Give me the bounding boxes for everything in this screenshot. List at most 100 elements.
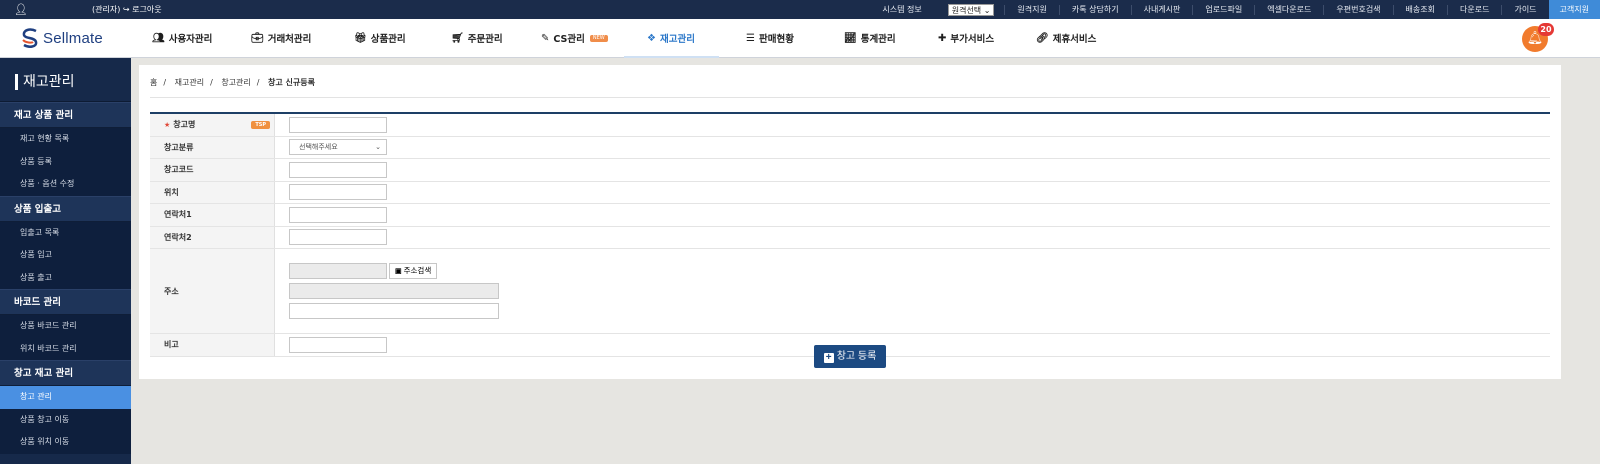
form-row: 연락처2	[150, 226, 1550, 249]
edit-icon: ✎	[541, 32, 550, 44]
download-link[interactable]: 다운로드	[1447, 4, 1501, 15]
menu-partnership[interactable]: 🔗︎ 제휴서비스	[1036, 31, 1096, 46]
address1-input[interactable]	[289, 283, 499, 299]
main-content: 홈 / 재고관리 / 창고관리 / 창고 신규등록 ★ 창고명 TSP 창고분류 선택해주…	[139, 65, 1561, 379]
remote-support-link[interactable]: 원격지원	[1004, 4, 1058, 15]
address-search-button[interactable]: ▣ 주소검색	[389, 263, 438, 279]
menu-partners[interactable]: 💼︎ 거래처관리	[251, 31, 311, 46]
form-row: 위치	[150, 181, 1550, 204]
menu-users[interactable]: 👥︎ 사용자관리	[152, 31, 212, 46]
briefcase-icon: 💼︎	[251, 32, 264, 44]
delivery-track-link[interactable]: 배송조회	[1392, 4, 1447, 15]
users-icon: 👥︎	[152, 32, 165, 44]
location-input[interactable]	[289, 184, 387, 201]
sidebar-item-product-barcode[interactable]: 상품 바코드 관리	[0, 315, 131, 338]
divider	[150, 97, 1550, 98]
sidebar-item-stock-out[interactable]: 상품 출고	[0, 266, 131, 289]
cart-icon: 🛒︎	[451, 32, 464, 44]
contact2-label: 연락처2	[150, 226, 275, 248]
main-nav: Sellmate 👥︎ 사용자관리 💼︎ 거래처관리 🎁︎ 상품관리 🛒︎ 주문관리 ✎…	[0, 19, 1600, 58]
memo-input[interactable]	[289, 336, 387, 353]
chart-icon: 📈︎	[844, 32, 857, 44]
contact1-label: 연락처1	[150, 204, 275, 226]
board-link[interactable]: 사내게시판	[1130, 4, 1193, 15]
kakao-chat-link[interactable]: 카톡 상담하기	[1058, 4, 1131, 15]
sidebar-item-product-edit[interactable]: 상품 · 옵션 수정	[0, 173, 131, 196]
form-row: 창고코드	[150, 159, 1550, 182]
upload-file-link[interactable]: 업로드파일	[1192, 4, 1254, 15]
customer-support-link[interactable]: 고객지원	[1548, 0, 1600, 19]
sidebar-item-stock-in[interactable]: 상품 입고	[0, 244, 131, 267]
admin-logout[interactable]: (관리자) ↪ 로그아웃	[92, 4, 162, 15]
sidebar-title: 재고관리	[0, 58, 131, 102]
sidebar-item-stock-list[interactable]: 재고 현황 목록	[0, 128, 131, 151]
form-row: ★ 창고명 TSP	[150, 114, 1550, 137]
contact1-input[interactable]	[289, 206, 387, 223]
zipcode-search-link[interactable]: 우편번호검색	[1323, 4, 1392, 15]
notification-count: 20	[1538, 23, 1554, 36]
menu-cs[interactable]: ✎ CS관리 NEW	[541, 31, 608, 45]
warehouse-code-input[interactable]	[289, 161, 387, 178]
logo[interactable]: Sellmate	[20, 27, 103, 49]
address2-input[interactable]	[289, 303, 499, 319]
sidebar-group-barcode[interactable]: 바코드 관리	[0, 289, 131, 315]
zipcode-input[interactable]	[289, 263, 387, 279]
category-label: 창고분류	[150, 136, 275, 158]
location-label: 위치	[150, 181, 275, 203]
sidebar-item-product-register[interactable]: 상품 등록	[0, 150, 131, 173]
name-label: 창고명	[173, 120, 196, 130]
top-links: 시스템 정보 원격선택 ⌄ 원격지원 카톡 상담하기 사내게시판 업로드파일 엑…	[870, 0, 1600, 19]
gift-icon: 🎁︎	[354, 32, 367, 44]
active-tab-indicator	[624, 56, 719, 58]
new-badge: NEW	[589, 34, 608, 42]
sellmate-logo-icon	[22, 28, 38, 48]
memo-label: 비고	[150, 334, 275, 356]
menu-addons[interactable]: ✚ 부가서비스	[938, 31, 994, 46]
sidebar-item-location-move[interactable]: 상품 위치 이동	[0, 431, 131, 454]
form-row: 연락처1	[150, 204, 1550, 227]
guide-link[interactable]: 가이드	[1501, 4, 1548, 15]
plus-icon: ✚	[938, 32, 947, 44]
logo-text: Sellmate	[43, 29, 103, 47]
warehouse-form: ★ 창고명 TSP 창고분류 선택해주세요 ⌄ 창고코드 위치 연락처1 연락처2 주…	[150, 112, 1550, 357]
address-label: 주소	[150, 249, 275, 333]
sidebar-item-warehouse-manage[interactable]: 창고 관리	[0, 386, 131, 409]
list-icon: ☰	[746, 32, 755, 44]
breadcrumb-warehouse[interactable]: 창고관리	[221, 78, 250, 87]
menu-inventory[interactable]: ❖ 재고관리	[647, 31, 695, 46]
sidebar-group-stock-products[interactable]: 재고 상품 관리	[0, 102, 131, 128]
breadcrumb-current: 창고 신규등록	[268, 78, 315, 87]
link-icon: 🔗︎	[1036, 32, 1049, 44]
register-warehouse-button[interactable]: + 창고 등록	[814, 345, 886, 368]
menu-sales[interactable]: ☰ 판매현황	[746, 31, 794, 46]
user-icon[interactable]: 👤︎	[14, 3, 28, 16]
breadcrumb-inventory[interactable]: 재고관리	[175, 78, 204, 87]
breadcrumb-home[interactable]: 홈	[150, 78, 157, 87]
sidebar-group-inout[interactable]: 상품 입출고	[0, 195, 131, 222]
map-icon: ▣	[395, 268, 402, 275]
sidebar-group-warehouse[interactable]: 창고 재고 관리	[0, 360, 131, 386]
form-row: 주소 ▣ 주소검색	[150, 249, 1550, 334]
required-icon: ★	[164, 120, 171, 129]
menu-orders[interactable]: 🛒︎ 주문관리	[451, 31, 503, 46]
excel-download-link[interactable]: 엑셀다운로드	[1254, 4, 1323, 15]
chevron-down-icon: ⌄	[375, 143, 381, 152]
sidebar: 재고관리 재고 상품 관리 재고 현황 목록 상품 등록 상품 · 옵션 수정 …	[0, 58, 131, 464]
plus-square-icon: +	[823, 353, 834, 363]
sidebar-item-inout-list[interactable]: 입출고 목록	[0, 221, 131, 244]
form-row: 창고분류 선택해주세요 ⌄	[150, 136, 1550, 159]
tsp-badge: TSP	[251, 121, 270, 129]
breadcrumb: 홈 / 재고관리 / 창고관리 / 창고 신규등록	[150, 78, 315, 87]
warehouse-category-select[interactable]: 선택해주세요 ⌄	[289, 139, 387, 156]
warehouse-name-input[interactable]	[289, 116, 387, 133]
contact2-input[interactable]	[289, 229, 387, 246]
menu-products[interactable]: 🎁︎ 상품관리	[354, 31, 406, 46]
sidebar-item-location-barcode[interactable]: 위치 바코드 관리	[0, 337, 131, 360]
code-label: 창고코드	[150, 159, 275, 181]
remote-select[interactable]: 원격선택 ⌄	[947, 3, 995, 16]
top-bar: 👤︎ (관리자) ↪ 로그아웃 시스템 정보 원격선택 ⌄ 원격지원 카톡 상담…	[0, 0, 1600, 19]
sidebar-item-warehouse-move[interactable]: 상품 창고 이동	[0, 408, 131, 431]
system-info-link[interactable]: 시스템 정보	[870, 5, 933, 15]
menu-stats[interactable]: 📈︎ 통계관리	[844, 31, 896, 46]
cubes-icon: ❖	[647, 32, 656, 44]
